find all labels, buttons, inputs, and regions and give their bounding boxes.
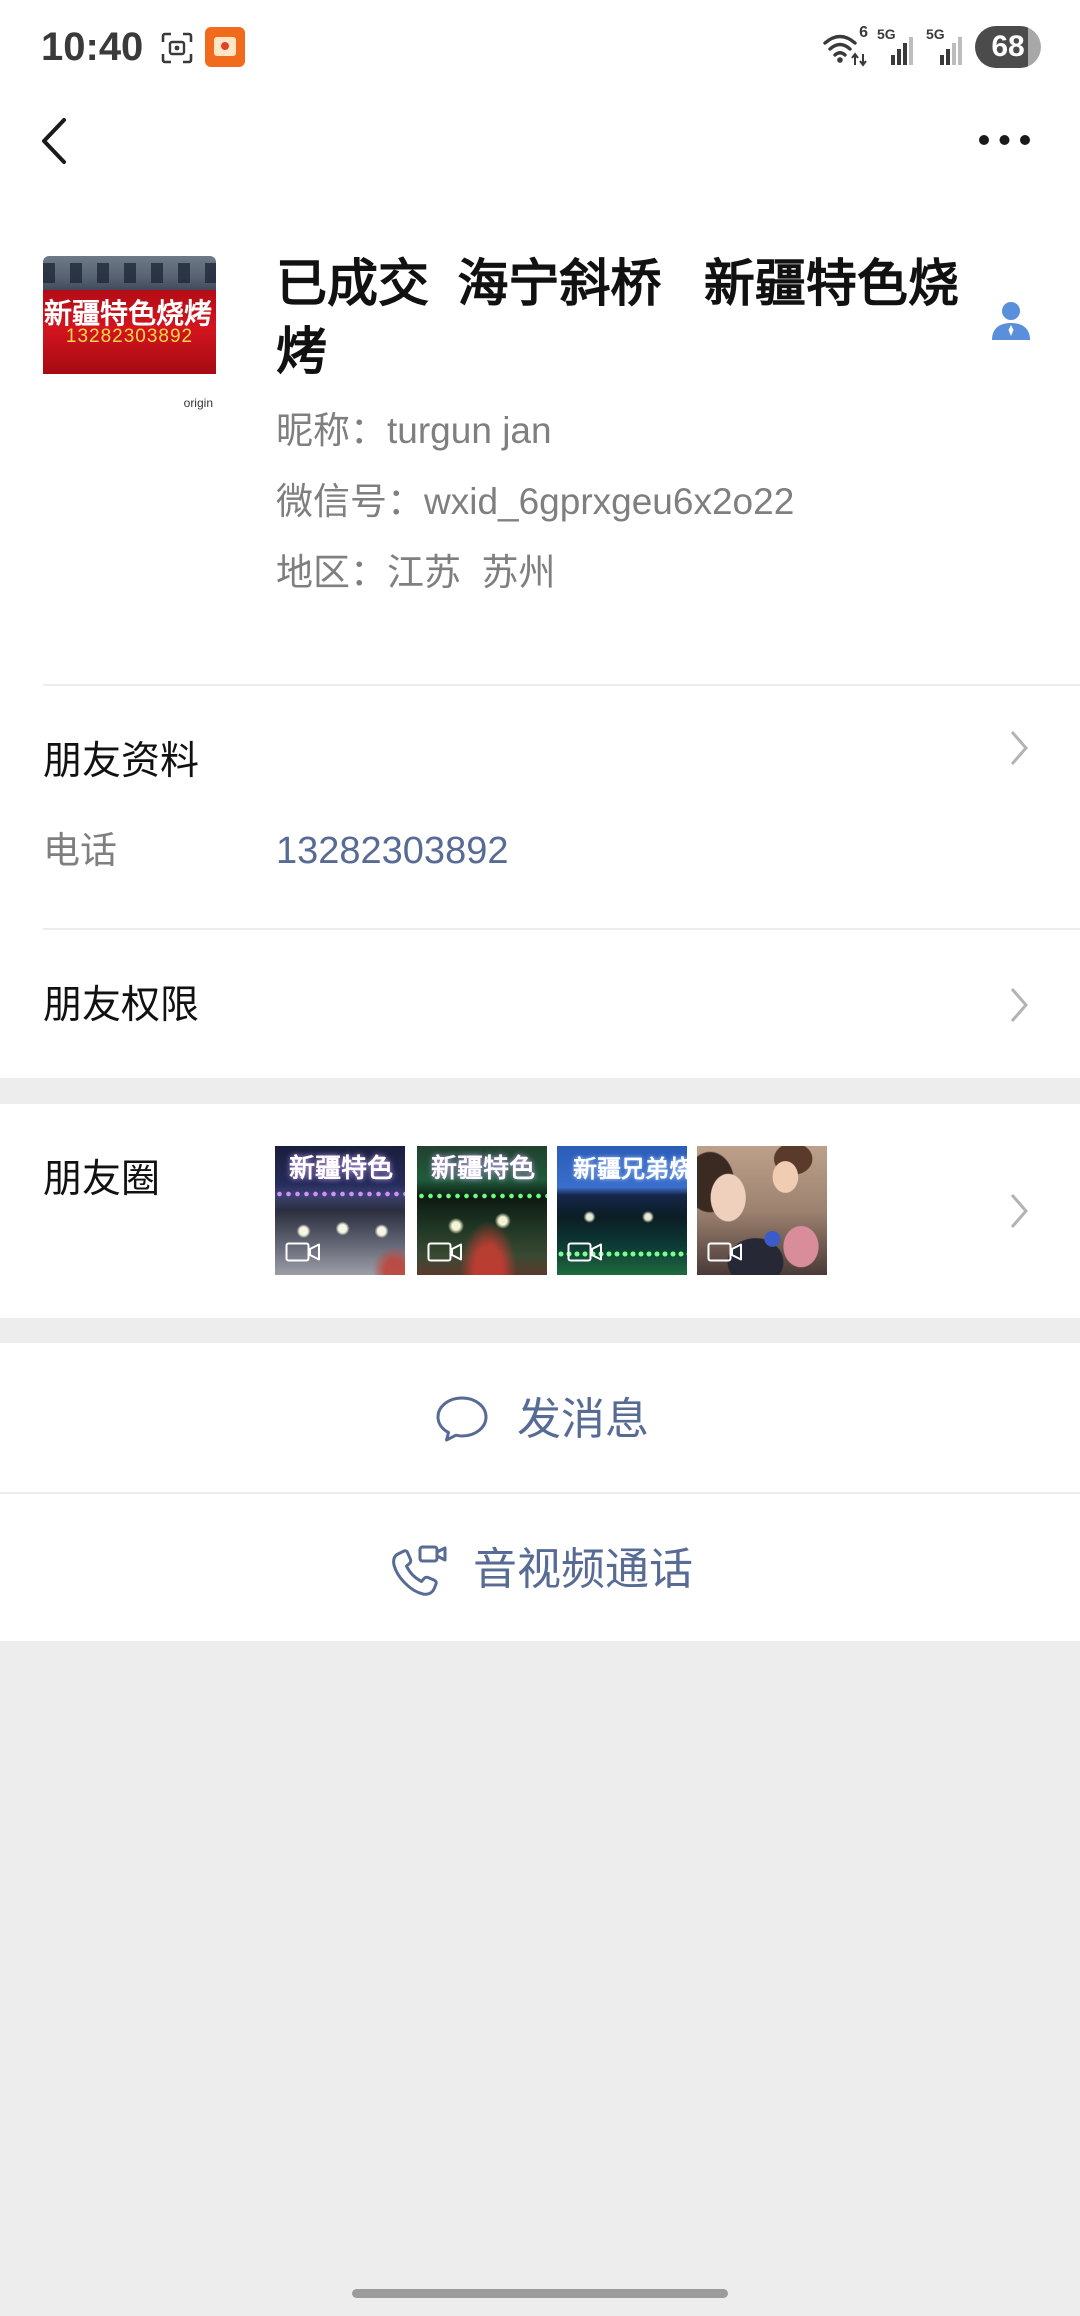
status-time: 10:40 (41, 25, 144, 69)
moments-thumbnail[interactable]: 新疆特色 (275, 1146, 405, 1275)
chevron-right-icon (1009, 1192, 1029, 1230)
contact-name: 已成交 海宁斜桥 新疆特色烧烤 (276, 255, 959, 380)
back-button[interactable] (28, 108, 82, 172)
video-call-icon (390, 1543, 450, 1599)
wechat-id: 微信号：wxid_6gprxgeu6x2o22 (276, 481, 795, 522)
moments-thumbnail[interactable]: 新疆兄弟烧 (557, 1146, 687, 1275)
nickname: 昵称：turgun jan (276, 410, 552, 451)
status-bar: 10:40 6 5G 5G 68 (0, 0, 1080, 95)
signal-icon-sim1: 5G (877, 25, 917, 69)
friend-permissions-row[interactable]: 朋友权限 (0, 930, 1080, 1078)
send-message-button[interactable]: 发消息 (0, 1343, 1080, 1492)
contact-person-icon (989, 298, 1033, 342)
app-notification-icon (205, 27, 245, 67)
phone-label: 电话 (43, 830, 117, 871)
avatar-sign-phone: 13282303892 (65, 326, 194, 347)
avatar-sign-banner: 新疆特色烧烤 13282303892 (43, 290, 216, 374)
video-icon (427, 1241, 464, 1263)
more-button[interactable] (965, 115, 1045, 165)
moments-thumbnail[interactable]: 新疆特色 (417, 1146, 547, 1275)
signal-icon-sim2: 5G (926, 25, 966, 69)
signal-sim1-label: 5G (877, 26, 896, 42)
avatar-building (43, 256, 216, 292)
video-icon (707, 1241, 744, 1263)
moments-thumbnail[interactable] (697, 1146, 827, 1275)
wifi-6-badge: 6 (859, 24, 868, 41)
chevron-right-icon (1009, 729, 1029, 767)
battery-indicator: 68 (975, 26, 1041, 68)
moments-row[interactable]: 朋友圈 新疆特色 新疆特色 新疆兄弟烧 (0, 1104, 1080, 1318)
phone-number-link[interactable]: 13282303892 (276, 825, 508, 877)
moments-title: 朋友圈 (43, 1158, 161, 1201)
thumbnail-caption: 新疆特色 (431, 1153, 536, 1183)
chevron-right-icon (1009, 986, 1029, 1024)
thumbnail-caption: 新疆特色 (289, 1153, 394, 1183)
profile-card: 新疆特色烧烤 13282303892 origin 已成交 海宁斜桥 新疆特色烧… (0, 230, 1080, 684)
avatar-watermark: origin (183, 396, 213, 410)
video-call-button[interactable]: 音视频通话 (0, 1494, 1080, 1641)
video-icon (567, 1241, 604, 1263)
signal-sim2-label: 5G (926, 26, 945, 42)
send-message-label: 发消息 (517, 1395, 649, 1444)
region: 地区：江苏 苏州 (276, 552, 556, 593)
video-call-label: 音视频通话 (473, 1545, 693, 1594)
thumbnail-caption: 新疆兄弟烧 (573, 1156, 687, 1183)
wifi-icon: 6 (822, 25, 870, 69)
avatar[interactable]: 新疆特色烧烤 13282303892 origin (43, 256, 216, 429)
video-icon (285, 1241, 322, 1263)
action-buttons: 发消息 音视频通话 (0, 1343, 1080, 1641)
friend-info-row[interactable]: 朋友资料 电话 13282303892 (0, 686, 1080, 928)
home-indicator[interactable] (352, 2289, 728, 2298)
friend-info-title: 朋友资料 (43, 740, 200, 783)
contact-profile-screen: 10:40 6 5G 5G 68 新疆特色烧烤 13282303892 orig… (0, 0, 1080, 2316)
chat-bubble-icon (435, 1395, 489, 1443)
screenshot-icon (160, 31, 194, 65)
friend-permissions-title: 朋友权限 (43, 984, 200, 1027)
